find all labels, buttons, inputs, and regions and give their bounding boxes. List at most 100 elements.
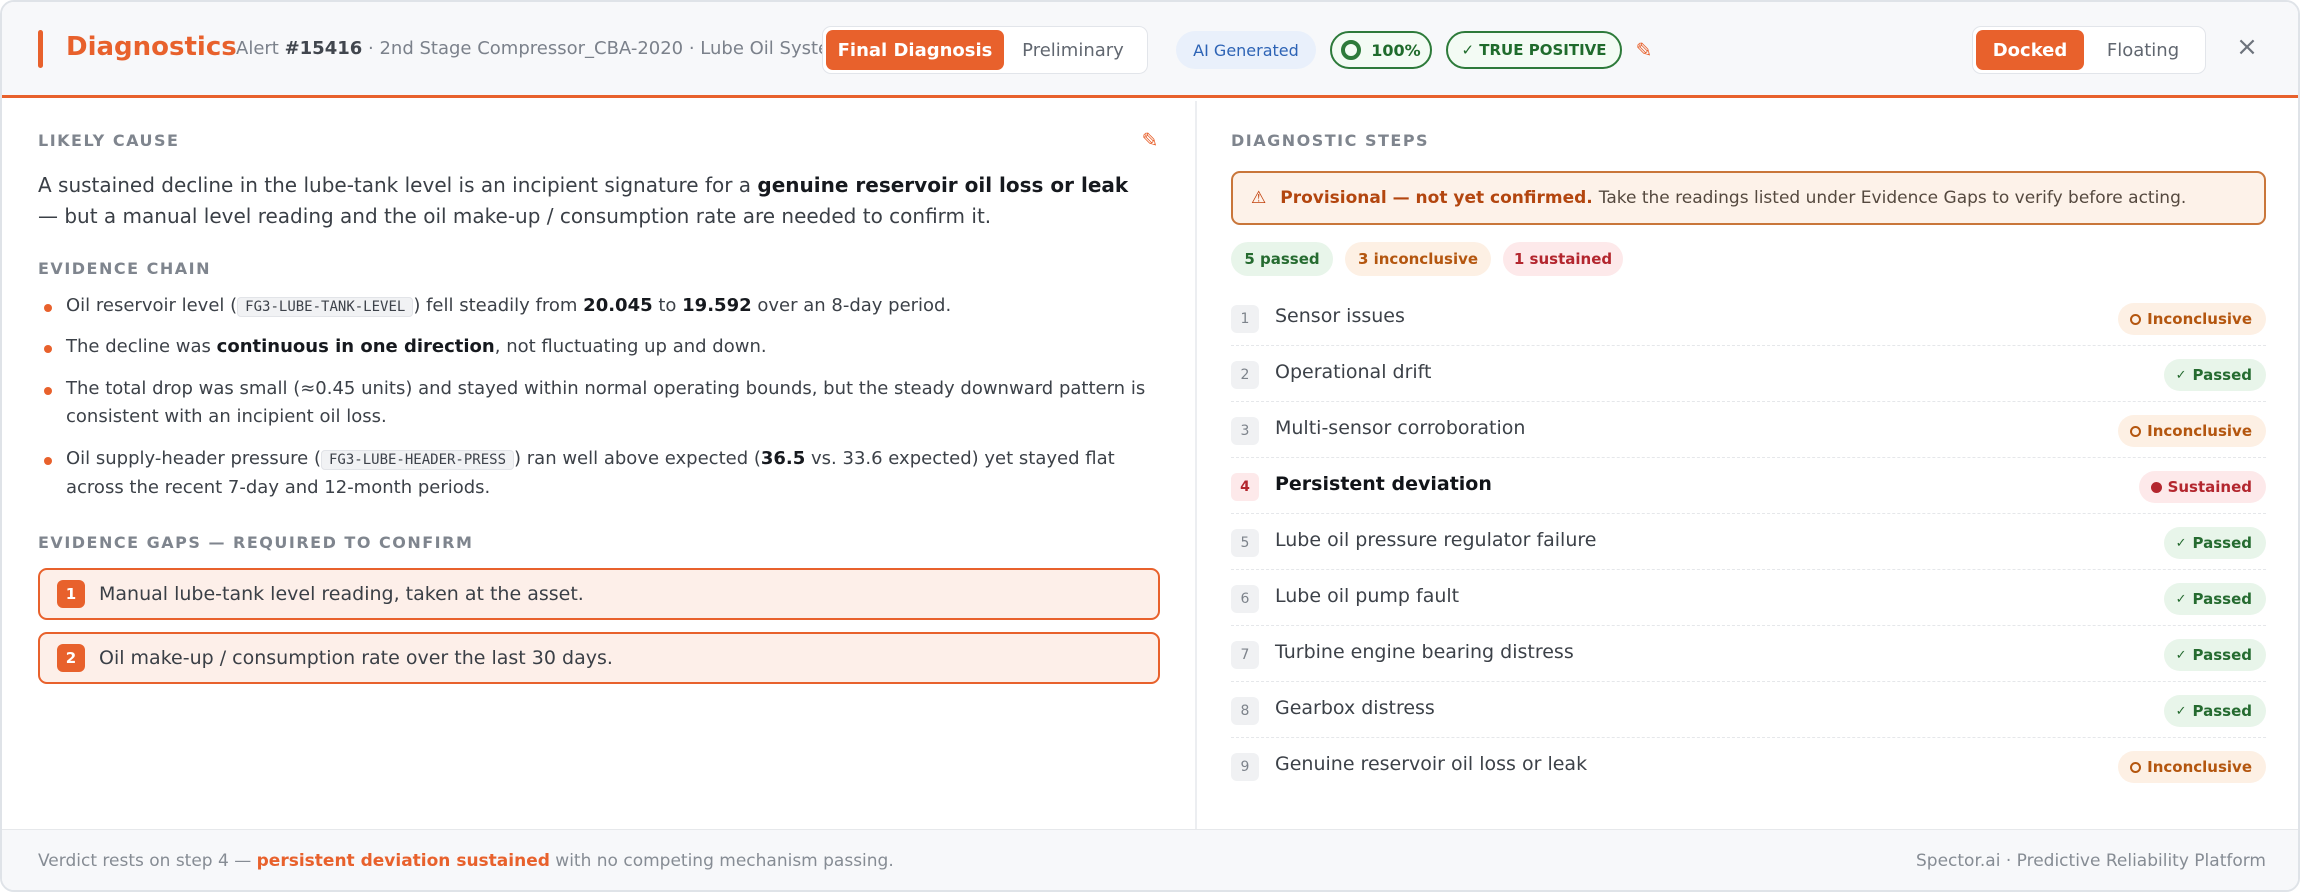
gap-text: Oil make-up / consumption rate over the …	[99, 647, 613, 669]
alert-id[interactable]: #15416	[285, 38, 363, 59]
step-number: 5	[1231, 529, 1259, 557]
step-number: 8	[1231, 697, 1259, 725]
likely-cause-text: A sustained decline in the lube-tank lev…	[38, 170, 1148, 232]
cause-text-bold: genuine reservoir oil loss or leak	[757, 173, 1129, 197]
check-icon: ✓	[2175, 591, 2187, 607]
tab-floating[interactable]: Floating	[2084, 30, 2202, 70]
diagnostic-step-row[interactable]: 5 Lube oil pressure regulator failure ✓ Pas…	[1231, 514, 2266, 570]
step-name: Operational drift	[1275, 361, 1432, 383]
tab-docked[interactable]: Docked	[1976, 30, 2084, 70]
diagnosis-mode-toggle: Final Diagnosis Preliminary	[822, 26, 1148, 74]
tab-preliminary[interactable]: Preliminary	[1004, 30, 1142, 70]
title-accent-bar	[38, 30, 43, 68]
cause-text-post: — but a manual level reading and the oil…	[38, 204, 992, 228]
step-number: 1	[1231, 305, 1259, 333]
page-title: Diagnostics	[66, 32, 237, 62]
diagnostics-window: Diagnostics Alert #15416 · 2nd Stage Com…	[0, 0, 2300, 892]
ring-icon	[2130, 761, 2142, 773]
close-icon[interactable]: ×	[2232, 32, 2262, 62]
diagnostic-steps-heading: DIAGNOSTIC STEPS	[1231, 131, 1430, 150]
provisional-text: Take the readings listed under Evidence …	[1598, 188, 2187, 208]
provisional-banner: ⚠ Provisional — not yet confirmed. Take …	[1231, 171, 2266, 225]
step-name: Gearbox distress	[1275, 697, 1435, 719]
evidence-gap-item[interactable]: 2 Oil make-up / consumption rate over th…	[38, 632, 1160, 684]
diagnostic-step-row[interactable]: 2 Operational drift ✓ Passed	[1231, 346, 2266, 402]
step-name: Sensor issues	[1275, 305, 1405, 327]
step-status-badge: ✓ Passed	[2163, 527, 2266, 559]
step-name: Lube oil pump fault	[1275, 585, 1460, 607]
evidence-item: The total drop was small (≈0.45 units) a…	[38, 375, 1158, 431]
dock-mode-toggle: Docked Floating	[1972, 26, 2206, 74]
step-name: Lube oil pressure regulator failure	[1275, 529, 1597, 551]
diagnostic-step-row[interactable]: 8 Gearbox distress ✓ Passed	[1231, 682, 2266, 738]
sensor-tag[interactable]: FG3-LUBE-HEADER-PRESS	[321, 450, 515, 470]
diagnostic-step-row[interactable]: 1 Sensor issues Inconclusive	[1231, 290, 2266, 346]
diagnostic-step-row[interactable]: 9 Genuine reservoir oil loss or leak Incon…	[1231, 738, 2266, 794]
alert-context: Alert #15416 · 2nd Stage Compressor_CBA-…	[236, 38, 847, 59]
gap-text: Manual lube-tank level reading, taken at…	[99, 583, 584, 605]
footer-bar: Verdict rests on step 4 — persistent dev…	[2, 829, 2298, 890]
sensor-tag[interactable]: FG3-LUBE-TANK-LEVEL	[237, 297, 414, 317]
alert-prefix: Alert	[236, 38, 285, 59]
tab-final-diagnosis[interactable]: Final Diagnosis	[826, 30, 1004, 70]
step-status-badge: Inconclusive	[2118, 303, 2266, 335]
verdict-badge: ✓ TRUE POSITIVE	[1446, 31, 1622, 69]
step-status-badge: ✓ Passed	[2163, 695, 2266, 727]
gap-number: 1	[57, 580, 85, 608]
edit-icon[interactable]: ✎	[1139, 128, 1161, 152]
step-number: 7	[1231, 641, 1259, 669]
step-status-label: Passed	[2192, 366, 2252, 384]
step-status-label: Passed	[2192, 534, 2252, 552]
check-icon: ✓	[2175, 647, 2187, 663]
step-name: Persistent deviation	[1275, 473, 1492, 495]
verdict-summary: Verdict rests on step 4 — persistent dev…	[38, 851, 894, 871]
step-status-label: Passed	[2192, 590, 2252, 608]
evidence-item: Oil reservoir level (FG3-LUBE-TANK-LEVEL…	[38, 292, 1158, 321]
evidence-item: Oil supply-header pressure (FG3-LUBE-HEA…	[38, 445, 1158, 502]
bullet-icon	[44, 345, 52, 353]
diagnostic-step-row[interactable]: 6 Lube oil pump fault ✓ Passed	[1231, 570, 2266, 626]
step-status-badge: ✓ Passed	[2163, 583, 2266, 615]
ring-icon	[1341, 40, 1362, 60]
evidence-gaps-heading: EVIDENCE GAPS — REQUIRED TO CONFIRM	[38, 533, 474, 552]
likely-cause-heading: LIKELY CAUSE	[38, 131, 180, 150]
step-status-label: Inconclusive	[2147, 422, 2252, 440]
diagnostic-step-row[interactable]: 3 Multi-sensor corroboration Inconclusive	[1231, 402, 2266, 458]
passed-count-badge[interactable]: 5 passed	[1231, 242, 1333, 276]
step-status-badge: Sustained	[2138, 471, 2266, 503]
step-status-badge: Inconclusive	[2118, 751, 2266, 783]
warning-icon: ⚠	[1251, 188, 1267, 208]
edit-icon[interactable]: ✎	[1633, 38, 1655, 62]
ring-icon	[2130, 313, 2142, 325]
gap-number: 2	[57, 644, 85, 672]
step-status-label: Passed	[2192, 702, 2252, 720]
evidence-item: The decline was continuous in one direct…	[38, 333, 1158, 361]
evidence-chain-heading: EVIDENCE CHAIN	[38, 259, 211, 278]
header-bar: Diagnostics Alert #15416 · 2nd Stage Com…	[2, 2, 2298, 98]
step-name: Multi-sensor corroboration	[1275, 417, 1526, 439]
diagnostic-step-row[interactable]: 7 Turbine engine bearing distress ✓ Passed	[1231, 626, 2266, 682]
bullet-icon	[44, 304, 52, 312]
inconclusive-count-badge[interactable]: 3 inconclusive	[1345, 242, 1491, 276]
check-icon: ✓	[2175, 367, 2187, 383]
ai-generated-badge: AI Generated	[1176, 31, 1316, 69]
alert-asset-path: · 2nd Stage Compressor_CBA-2020 · Lube O…	[362, 38, 847, 59]
sustained-count-badge[interactable]: 1 sustained	[1503, 242, 1623, 276]
step-number: 4	[1231, 473, 1259, 501]
panel-divider	[1195, 101, 1197, 829]
step-number: 6	[1231, 585, 1259, 613]
check-icon: ✓	[2175, 703, 2187, 719]
evidence-gap-item[interactable]: 1 Manual lube-tank level reading, taken …	[38, 568, 1160, 620]
platform-credit: Spector.ai · Predictive Reliability Plat…	[1916, 851, 2266, 871]
step-name: Turbine engine bearing distress	[1275, 641, 1574, 663]
diagnostic-step-row[interactable]: 4 Persistent deviation Sustained	[1231, 458, 2266, 514]
step-number: 3	[1231, 417, 1259, 445]
dot-icon	[2150, 481, 2162, 493]
step-name: Genuine reservoir oil loss or leak	[1275, 753, 1588, 775]
step-status-label: Passed	[2192, 646, 2252, 664]
step-number: 2	[1231, 361, 1259, 389]
confidence-badge: 100%	[1330, 31, 1432, 69]
bullet-icon	[44, 457, 52, 465]
ring-icon	[2130, 425, 2142, 437]
confidence-value: 100%	[1371, 40, 1421, 60]
